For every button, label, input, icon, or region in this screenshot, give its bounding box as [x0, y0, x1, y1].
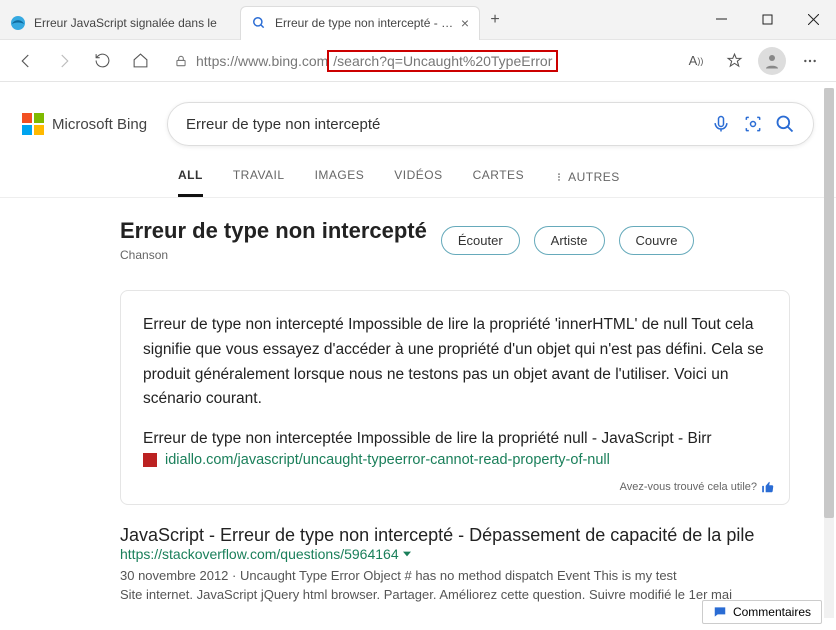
bing-header: Microsoft Bing	[0, 82, 836, 156]
tab-title: Erreur JavaScript signalée dans le	[34, 16, 230, 30]
nav-work[interactable]: TRAVAIL	[233, 168, 285, 197]
page-content: Microsoft Bing ALL TRAVAIL IMAGES VIDÉOS…	[0, 82, 836, 630]
answer-url: idiallo.com/javascript/uncaught-typeerro…	[165, 452, 610, 468]
feedback-row: Avez-vous trouvé cela utile?	[620, 480, 775, 494]
close-window-button[interactable]	[790, 0, 836, 40]
answer-card: Erreur de type non intercepté Impossible…	[120, 290, 790, 505]
window-controls	[698, 0, 836, 40]
search-box[interactable]	[167, 102, 814, 146]
comments-button[interactable]: Commentaires	[702, 600, 822, 624]
nav-more-label: AUTRES	[568, 170, 620, 184]
forward-button[interactable]	[46, 43, 82, 79]
site-favicon-icon	[143, 453, 157, 467]
favorites-button[interactable]	[716, 43, 752, 79]
feedback-text: Avez-vous trouvé cela utile?	[620, 481, 757, 493]
comment-icon	[713, 605, 727, 619]
lens-icon[interactable]	[743, 114, 763, 134]
nav-more[interactable]: AUTRES	[554, 168, 620, 197]
refresh-button[interactable]	[84, 43, 120, 79]
pill-artist[interactable]: Artiste	[534, 226, 605, 255]
browser-tab-1[interactable]: Erreur JavaScript signalée dans le	[0, 6, 240, 40]
result-heading: Erreur de type non intercepté	[120, 218, 427, 244]
pill-listen[interactable]: Écouter	[441, 226, 520, 255]
brand-text: Microsoft Bing	[52, 116, 147, 133]
result-meta: 30 novembre 2012 · Uncaught Type Error O…	[120, 568, 790, 583]
nav-all[interactable]: ALL	[178, 168, 203, 197]
search-icon[interactable]	[775, 114, 795, 134]
url-prefix: https://www.bing.com	[196, 53, 328, 69]
address-bar[interactable]: https://www.bing.com/search?q=Uncaught%2…	[166, 45, 670, 77]
result-title[interactable]: JavaScript - Erreur de type non intercep…	[120, 525, 790, 546]
avatar-icon	[758, 47, 786, 75]
back-button[interactable]	[8, 43, 44, 79]
search-result: JavaScript - Erreur de type non intercep…	[120, 525, 790, 602]
edge-icon	[10, 15, 26, 31]
thumb-up-icon[interactable]	[761, 480, 775, 494]
nav-videos[interactable]: VIDÉOS	[394, 168, 442, 197]
home-button[interactable]	[122, 43, 158, 79]
minimize-button[interactable]	[698, 0, 744, 40]
read-aloud-button[interactable]: A))	[678, 43, 714, 79]
result-subtitle: Chanson	[120, 248, 427, 262]
bing-search-icon	[251, 15, 267, 31]
result-snippet: Site internet. JavaScript jQuery html br…	[120, 587, 790, 602]
profile-button[interactable]	[754, 43, 790, 79]
chevron-down-icon	[403, 550, 411, 558]
more-button[interactable]	[792, 43, 828, 79]
search-input[interactable]	[186, 116, 699, 133]
browser-tab-2[interactable]: Erreur de type non intercepté - Recherch…	[240, 6, 480, 40]
pill-cover[interactable]: Couvre	[619, 226, 695, 255]
close-icon[interactable]: ×	[461, 15, 469, 31]
answer-link-title: Erreur de type non interceptée Impossibl…	[143, 430, 767, 448]
result-url[interactable]: https://stackoverflow.com/questions/5964…	[120, 546, 790, 562]
answer-link[interactable]: idiallo.com/javascript/uncaught-typeerro…	[143, 452, 767, 468]
mic-icon[interactable]	[711, 114, 731, 134]
comments-label: Commentaires	[733, 605, 811, 619]
tab-title: Erreur de type non intercepté - Recherch…	[275, 16, 455, 30]
new-tab-button[interactable]: +	[480, 11, 510, 29]
bing-logo[interactable]: Microsoft Bing	[22, 113, 147, 135]
nav-images[interactable]: IMAGES	[315, 168, 365, 197]
nav-maps[interactable]: CARTES	[473, 168, 524, 197]
search-nav: ALL TRAVAIL IMAGES VIDÉOS CARTES AUTRES	[0, 156, 836, 198]
url-text: https://www.bing.com/search?q=Uncaught%2…	[196, 50, 558, 72]
microsoft-logo-icon	[22, 113, 44, 135]
url-highlighted: /search?q=Uncaught%20TypeError	[327, 50, 558, 72]
answer-text: Erreur de type non intercepté Impossible…	[143, 313, 767, 412]
results-area: Erreur de type non intercepté Chanson Éc…	[0, 198, 836, 602]
titlebar: Erreur JavaScript signalée dans le Erreu…	[0, 0, 836, 40]
scrollbar-thumb[interactable]	[824, 88, 834, 518]
scrollbar[interactable]	[824, 88, 834, 618]
browser-toolbar: https://www.bing.com/search?q=Uncaught%2…	[0, 40, 836, 82]
maximize-button[interactable]	[744, 0, 790, 40]
lock-icon	[174, 54, 188, 68]
